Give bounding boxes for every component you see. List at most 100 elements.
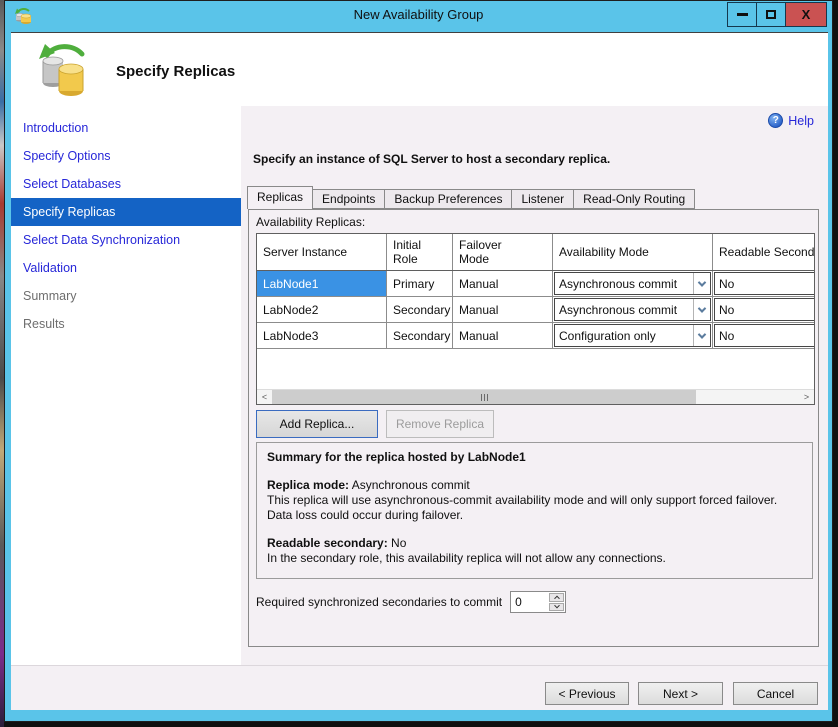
sidebar-item-select-data-synchronization[interactable]: Select Data Synchronization — [11, 226, 241, 254]
required-secondaries-spinner[interactable]: 0 — [510, 591, 566, 613]
scroll-right-arrow-icon[interactable]: > — [799, 390, 814, 404]
next-button[interactable]: Next > — [638, 682, 723, 705]
dialog-surface: Specify Replicas Introduction Specify Op… — [11, 32, 828, 709]
window-controls: X — [728, 2, 827, 27]
cell-server-instance[interactable]: LabNode1 — [257, 271, 387, 296]
previous-button[interactable]: < Previous — [545, 682, 629, 705]
readable-secondary-dropdown[interactable]: No — [714, 272, 815, 295]
wizard-steps-sidebar: Introduction Specify Options Select Data… — [11, 106, 241, 665]
cell-readable-secondary: No — [713, 323, 815, 348]
scrollbar-thumb[interactable] — [272, 390, 696, 404]
cell-server-instance[interactable]: LabNode3 — [257, 323, 387, 348]
cell-initial-role: Primary — [387, 271, 453, 296]
replica-summary-box: Summary for the replica hosted by LabNod… — [256, 442, 813, 579]
title-bar[interactable]: New Availability Group X — [5, 1, 832, 32]
cell-availability-mode: Asynchronous commit — [553, 271, 713, 296]
sidebar-item-specify-options[interactable]: Specify Options — [11, 142, 241, 170]
summary-title: Summary for the replica hosted by LabNod… — [267, 450, 802, 465]
replica-mode-label: Replica mode: — [267, 478, 349, 492]
spinner-up-button[interactable] — [549, 593, 564, 602]
close-button[interactable]: X — [785, 2, 827, 27]
column-header-server-instance[interactable]: Server Instance — [257, 234, 387, 270]
replicas-grid: Server Instance Initial Role Failover Mo… — [256, 233, 815, 405]
minimize-icon — [737, 13, 748, 16]
grid-header-row: Server Instance Initial Role Failover Mo… — [257, 234, 814, 271]
scrollbar-track[interactable] — [696, 390, 799, 404]
chevron-up-icon — [554, 596, 560, 602]
tab-endpoints[interactable]: Endpoints — [312, 189, 385, 209]
cell-failover-mode: Manual — [453, 323, 553, 348]
chevron-down-icon — [554, 603, 560, 609]
wizard-header: Specify Replicas — [11, 33, 828, 106]
table-row[interactable]: LabNode2 Secondary Manual Asynchronous c… — [257, 297, 814, 323]
table-row[interactable]: LabNode1 Primary Manual Asynchronous com… — [257, 271, 814, 297]
screen: New Availability Group X — [0, 0, 838, 727]
replicas-tab-panel: Availability Replicas: Server Instance I… — [248, 209, 819, 647]
close-icon: X — [802, 7, 811, 22]
page-title: Specify Replicas — [116, 63, 235, 80]
column-header-failover-mode[interactable]: Failover Mode — [453, 234, 553, 270]
replica-mode-value: Asynchronous commit — [349, 478, 470, 492]
cancel-button[interactable]: Cancel — [733, 682, 818, 705]
sidebar-item-validation[interactable]: Validation — [11, 254, 241, 282]
readable-secondary-dropdown[interactable]: No — [714, 298, 815, 321]
cell-initial-role: Secondary — [387, 297, 453, 322]
spinner-value[interactable]: 0 — [511, 592, 548, 612]
availability-mode-dropdown[interactable]: Asynchronous commit — [554, 298, 711, 321]
summary-readable-secondary: Readable secondary: No In the secondary … — [267, 536, 802, 566]
cell-availability-mode: Configuration only — [553, 323, 713, 348]
maximize-icon — [766, 10, 776, 19]
readable-secondary-value: No — [388, 536, 407, 550]
sidebar-item-select-databases[interactable]: Select Databases — [11, 170, 241, 198]
column-header-readable-secondary[interactable]: Readable Secondary — [713, 234, 815, 270]
tab-backup-preferences[interactable]: Backup Preferences — [384, 189, 512, 209]
column-header-availability-mode[interactable]: Availability Mode — [553, 234, 713, 270]
required-secondaries-label: Required synchronized secondaries to com… — [256, 595, 502, 609]
tab-listener[interactable]: Listener — [511, 189, 574, 209]
grid-empty-area — [257, 349, 814, 389]
help-link[interactable]: ? Help — [768, 113, 814, 128]
sidebar-item-introduction[interactable]: Introduction — [11, 114, 241, 142]
sidebar-item-summary: Summary — [11, 282, 241, 310]
cell-server-instance[interactable]: LabNode2 — [257, 297, 387, 322]
chevron-down-icon[interactable] — [693, 299, 710, 320]
spinner-down-button[interactable] — [549, 603, 564, 612]
tab-replicas[interactable]: Replicas — [247, 186, 313, 209]
summary-replica-mode: Replica mode: Asynchronous commit This r… — [267, 478, 802, 523]
maximize-button[interactable] — [756, 2, 786, 27]
scroll-left-arrow-icon[interactable]: < — [257, 390, 272, 404]
add-replica-button[interactable]: Add Replica... — [256, 410, 378, 438]
cell-readable-secondary: No — [713, 297, 815, 322]
availability-mode-dropdown[interactable]: Configuration only — [554, 324, 711, 347]
dialog-window: New Availability Group X — [4, 0, 833, 722]
minimize-button[interactable] — [727, 2, 757, 27]
help-label: Help — [788, 114, 814, 128]
chevron-down-icon[interactable] — [693, 325, 710, 346]
chevron-down-icon[interactable] — [693, 273, 710, 294]
help-icon: ? — [768, 113, 783, 128]
tab-strip: Replicas Endpoints Backup Preferences Li… — [248, 186, 695, 209]
readable-secondary-description: In the secondary role, this availability… — [267, 551, 802, 566]
horizontal-scrollbar[interactable]: < > — [257, 389, 814, 404]
table-row[interactable]: LabNode3 Secondary Manual Configuration … — [257, 323, 814, 349]
replica-mode-description: This replica will use asynchronous-commi… — [267, 493, 802, 523]
cell-readable-secondary: No — [713, 271, 815, 296]
wizard-footer: < Previous Next > Cancel — [11, 665, 828, 710]
availability-replicas-label: Availability Replicas: — [256, 215, 365, 229]
sidebar-item-specify-replicas[interactable]: Specify Replicas — [11, 198, 241, 226]
cell-initial-role: Secondary — [387, 323, 453, 348]
wizard-body: Introduction Specify Options Select Data… — [11, 106, 828, 665]
readable-secondary-dropdown[interactable]: No — [714, 324, 815, 347]
tab-read-only-routing[interactable]: Read-Only Routing — [573, 189, 695, 209]
required-secondaries-row: Required synchronized secondaries to com… — [256, 591, 566, 613]
window-title: New Availability Group — [5, 7, 832, 22]
remove-replica-button[interactable]: Remove Replica — [386, 410, 494, 438]
cell-failover-mode: Manual — [453, 271, 553, 296]
availability-mode-dropdown[interactable]: Asynchronous commit — [554, 272, 711, 295]
column-header-initial-role[interactable]: Initial Role — [387, 234, 453, 270]
sidebar-item-results: Results — [11, 310, 241, 338]
spinner-buttons — [548, 592, 565, 612]
cell-availability-mode: Asynchronous commit — [553, 297, 713, 322]
main-panel: ? Help Specify an instance of SQL Server… — [241, 106, 828, 665]
scrollbar-grip-icon — [480, 388, 489, 405]
